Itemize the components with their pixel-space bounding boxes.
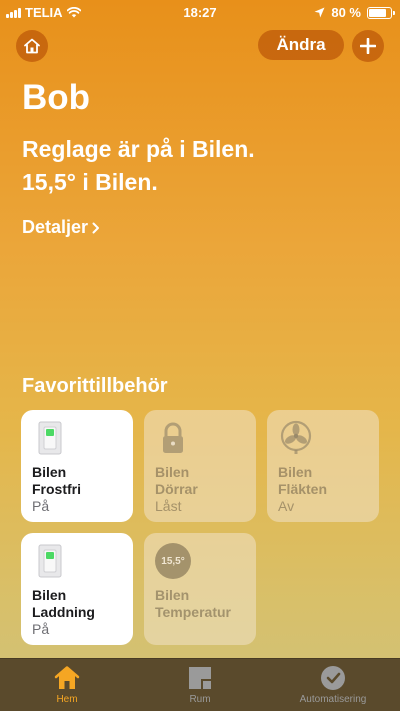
tile-laddning[interactable]: Bilen Laddning På — [21, 533, 133, 645]
thermometer-icon: 15,5° — [155, 543, 191, 579]
tile-state: Av — [278, 498, 295, 514]
tile-room: Bilen — [155, 587, 190, 603]
favorites-title: Favorittillbehör — [22, 375, 168, 397]
tile-name: Dörrar — [155, 481, 198, 497]
lock-icon — [163, 422, 183, 453]
plus-icon — [360, 38, 376, 54]
switch-icon — [38, 421, 62, 455]
tile-room: Bilen — [32, 464, 67, 480]
tile-room: Bilen — [278, 464, 313, 480]
edit-button[interactable]: Ändra — [258, 30, 344, 60]
tile-temperatur[interactable]: 15,5° Bilen Temperatur — [144, 533, 256, 645]
home-settings-button[interactable] — [16, 30, 48, 62]
tab-automatisering[interactable]: Automatisering — [283, 664, 383, 705]
summary-line-temperature: 15,5° i Bilen. — [22, 169, 158, 195]
clock-icon — [321, 666, 345, 690]
status-bar: TELIA 18:27 80 % — [0, 0, 400, 24]
tile-frostfri[interactable]: Bilen Frostfri På — [21, 410, 133, 522]
house-icon — [54, 666, 80, 689]
battery-percent: 80 % — [331, 5, 361, 20]
tile-text: Bilen Temperatur — [155, 587, 231, 621]
house-icon — [24, 38, 40, 54]
tile-name: Fläkten — [278, 481, 328, 497]
tile-name: Laddning — [32, 604, 95, 620]
tile-text: Bilen Fläkten Av — [278, 464, 327, 515]
tab-label: Automatisering — [299, 694, 367, 705]
fan-icon — [280, 420, 312, 454]
tab-bar: Hem Rum Automatisering — [0, 658, 400, 711]
details-label: Detaljer — [22, 217, 89, 237]
temperature-badge: 15,5° — [161, 555, 185, 567]
tab-hem[interactable]: Hem — [17, 664, 117, 705]
tile-room: Bilen — [32, 587, 67, 603]
add-button[interactable] — [352, 30, 384, 62]
status-summary: Reglage är på i Bilen. 15,5° i Bilen. — [22, 133, 255, 199]
status-right: 80 % — [314, 5, 395, 20]
tab-label: Rum — [189, 694, 211, 705]
details-link[interactable]: Detaljer — [22, 217, 100, 238]
tab-rum[interactable]: Rum — [150, 664, 250, 705]
battery-fill — [369, 8, 386, 17]
tile-room: Bilen — [155, 464, 190, 480]
rooms-icon — [189, 667, 211, 689]
summary-line-controls: Reglage är på i Bilen. — [22, 136, 255, 162]
location-arrow-icon — [314, 7, 325, 18]
tile-state: På — [32, 621, 50, 637]
tile-state: Låst — [155, 498, 182, 514]
switch-icon — [38, 544, 62, 578]
chevron-right-icon — [92, 222, 100, 233]
tile-text: Bilen Dörrar Låst — [155, 464, 198, 515]
tile-text: Bilen Frostfri På — [32, 464, 81, 515]
tile-name: Frostfri — [32, 481, 81, 497]
tile-dorrar[interactable]: Bilen Dörrar Låst — [144, 410, 256, 522]
battery-icon — [367, 6, 395, 19]
tile-name: Temperatur — [155, 604, 231, 620]
tile-text: Bilen Laddning På — [32, 587, 95, 638]
tile-flakten[interactable]: Bilen Fläkten Av — [267, 410, 379, 522]
tab-label: Hem — [56, 694, 78, 705]
page-title: Bob — [22, 78, 91, 117]
tile-state: På — [32, 498, 50, 514]
